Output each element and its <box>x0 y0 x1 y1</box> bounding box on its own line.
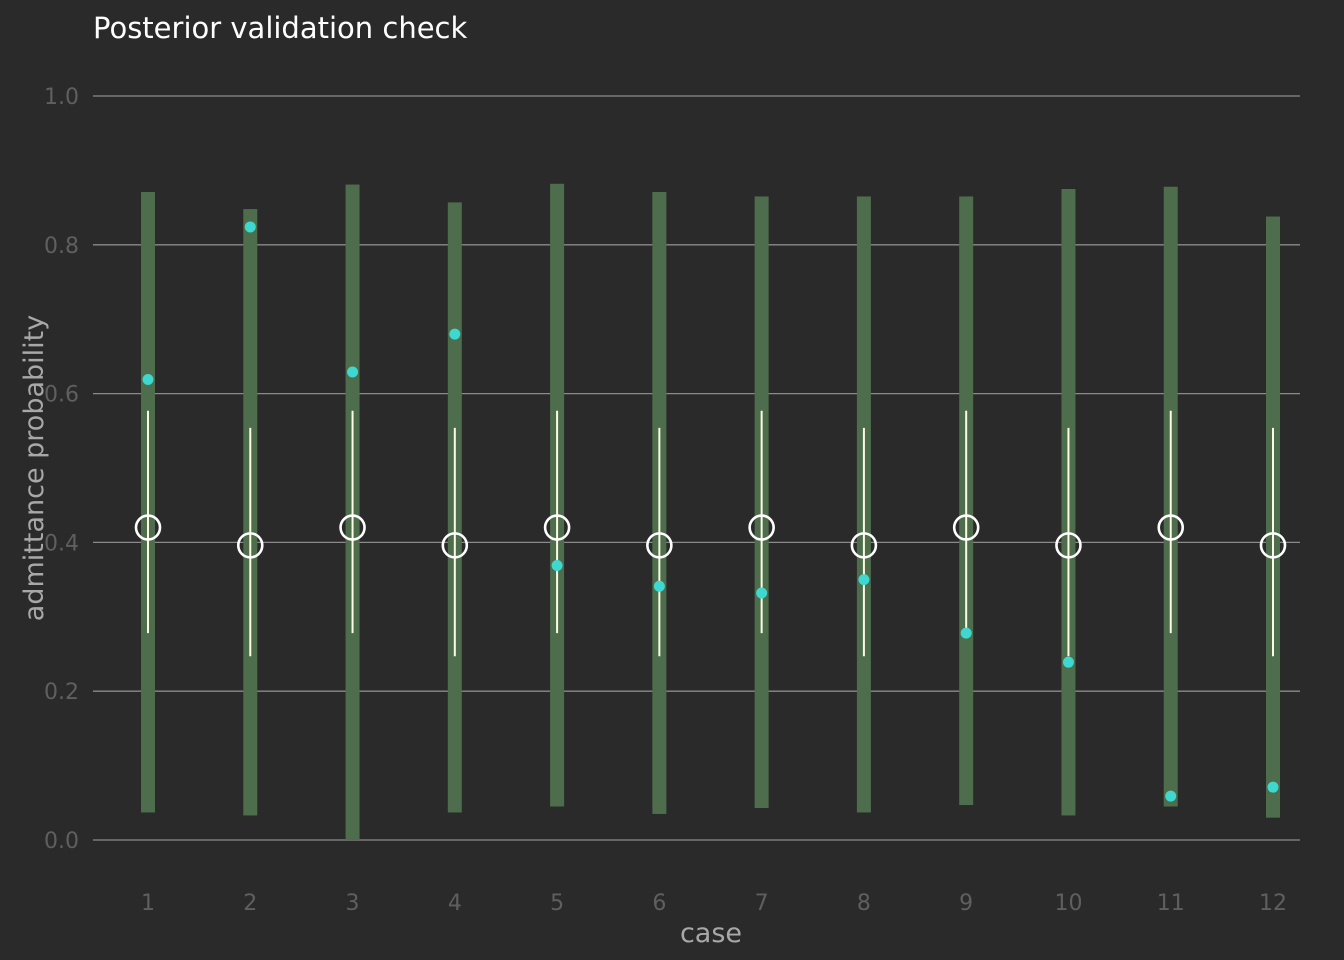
observed-point <box>449 328 461 340</box>
observed-point <box>244 221 256 233</box>
chart: Posterior validation check 0.00.20.40.60… <box>0 0 1344 960</box>
y-tick-label: 0.0 <box>44 829 79 854</box>
chart-title: Posterior validation check <box>93 11 467 45</box>
x-axis-label: case <box>680 918 742 949</box>
chart-background <box>0 0 1344 960</box>
x-tick-label: 7 <box>755 891 769 916</box>
y-axis-label: admittance probability <box>19 315 50 621</box>
x-tick-label: 1 <box>141 891 155 916</box>
x-tick-label: 3 <box>346 891 360 916</box>
observed-point <box>551 559 563 571</box>
observed-point <box>1165 790 1177 802</box>
x-tick-label: 10 <box>1054 891 1082 916</box>
observed-point <box>960 627 972 639</box>
x-tick-label: 9 <box>959 891 973 916</box>
x-tick-label: 11 <box>1157 891 1185 916</box>
y-tick-label: 0.8 <box>44 234 79 259</box>
x-tick-label: 12 <box>1259 891 1287 916</box>
y-tick-label: 0.2 <box>44 680 79 705</box>
observed-point <box>1062 656 1074 668</box>
observed-point <box>756 587 768 599</box>
observed-point <box>142 373 154 385</box>
y-tick-label: 1.0 <box>44 85 79 110</box>
observed-point <box>347 366 359 378</box>
x-tick-label: 4 <box>448 891 462 916</box>
observed-point <box>653 580 665 592</box>
x-tick-label: 5 <box>550 891 564 916</box>
observed-point <box>1267 781 1279 793</box>
x-tick-label: 8 <box>857 891 871 916</box>
x-tick-label: 6 <box>652 891 666 916</box>
observed-point <box>858 574 870 586</box>
x-tick-label: 2 <box>243 891 257 916</box>
